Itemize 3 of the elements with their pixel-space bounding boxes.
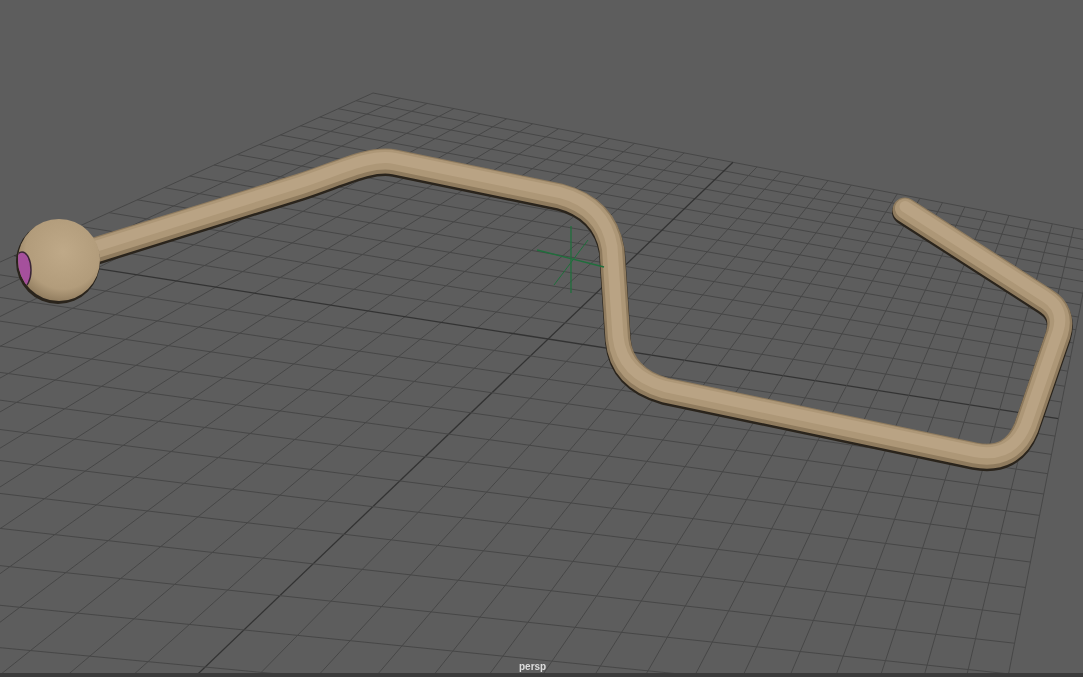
- crosshair-icon: [536, 225, 605, 294]
- camera-label: persp: [519, 662, 547, 672]
- viewport[interactable]: persp: [0, 0, 1083, 673]
